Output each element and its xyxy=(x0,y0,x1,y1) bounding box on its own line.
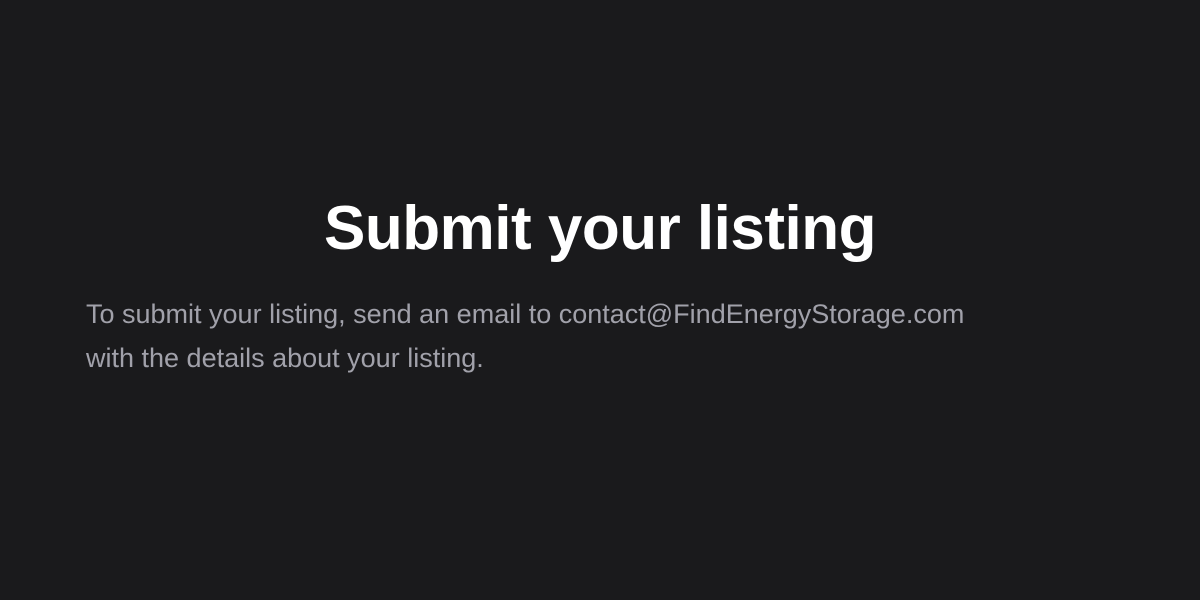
instructions-text: To submit your listing, send an email to… xyxy=(86,292,1126,380)
page: Submit your listing To submit your listi… xyxy=(0,0,1200,600)
submit-listing-section: Submit your listing To submit your listi… xyxy=(86,192,1126,380)
page-title: Submit your listing xyxy=(324,194,876,263)
instructions-line-1: To submit your listing, send an email to… xyxy=(86,299,965,329)
instructions-line-2: with the details about your listing. xyxy=(86,343,484,373)
